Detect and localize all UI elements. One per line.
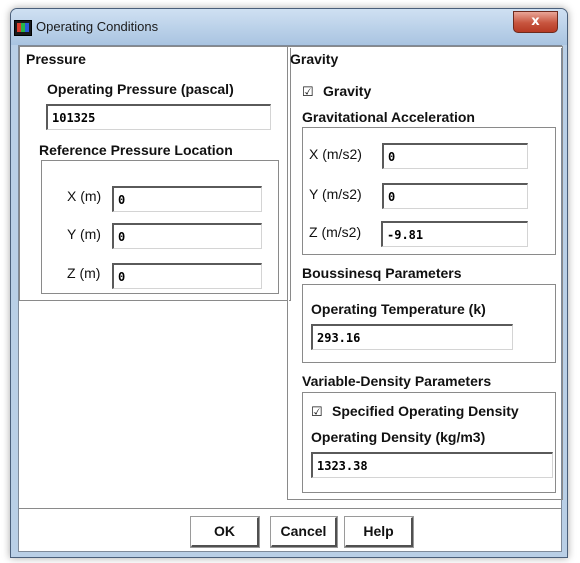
operating-pressure-label: Operating Pressure (pascal): [47, 81, 234, 97]
window-title: Operating Conditions: [36, 19, 159, 34]
specified-operating-density-label: Specified Operating Density: [332, 403, 519, 419]
gravitational-acceleration-title: Gravitational Acceleration: [302, 109, 475, 125]
ref-x-label: X (m): [67, 188, 102, 204]
operating-density-label: Operating Density (kg/m3): [311, 429, 486, 445]
operating-density-input[interactable]: 1323.38: [311, 452, 553, 478]
operating-temperature-label: Operating Temperature (k): [311, 301, 486, 317]
app-icon: [14, 20, 32, 36]
grav-x-input[interactable]: 0: [382, 143, 528, 169]
grav-z-label: Z (m/s2): [309, 224, 362, 240]
pressure-title: Pressure: [26, 51, 86, 67]
cancel-button[interactable]: Cancel: [270, 516, 338, 548]
operating-conditions-window: Operating Conditions x Pressure Operatin…: [10, 8, 568, 558]
boussinesq-title: Boussinesq Parameters: [302, 265, 462, 281]
reference-pressure-location-title: Reference Pressure Location: [39, 142, 233, 158]
specified-density-check-icon: ☑: [311, 404, 323, 419]
dialog-body: Pressure Operating Pressure (pascal) 101…: [18, 45, 563, 552]
operating-temperature-input[interactable]: 293.16: [311, 324, 513, 350]
ok-button[interactable]: OK: [190, 516, 260, 548]
operating-pressure-input[interactable]: 101325: [46, 104, 271, 130]
close-button[interactable]: x: [513, 11, 558, 33]
specified-operating-density-checkbox[interactable]: ☑ Specified Operating Density: [311, 403, 519, 420]
grav-y-input[interactable]: 0: [382, 183, 528, 209]
ref-y-label: Y (m): [67, 226, 101, 242]
gravity-checkbox[interactable]: ☑ Gravity: [302, 83, 371, 100]
gravity-check-icon: ☑: [302, 84, 314, 99]
grav-z-input[interactable]: -9.81: [381, 221, 528, 247]
grav-x-label: X (m/s2): [309, 146, 362, 162]
variable-density-title: Variable-Density Parameters: [302, 373, 492, 389]
ref-z-label: Z (m): [67, 265, 101, 281]
ref-z-input[interactable]: 0: [112, 263, 262, 289]
title-bar[interactable]: Operating Conditions x: [11, 9, 567, 45]
ref-y-input[interactable]: 0: [112, 223, 262, 249]
button-bar-separator: [19, 508, 561, 510]
help-button[interactable]: Help: [344, 516, 414, 548]
ref-x-input[interactable]: 0: [112, 186, 262, 212]
gravity-checkbox-label: Gravity: [323, 83, 372, 99]
gravity-title: Gravity: [290, 51, 339, 67]
grav-y-label: Y (m/s2): [309, 186, 362, 202]
